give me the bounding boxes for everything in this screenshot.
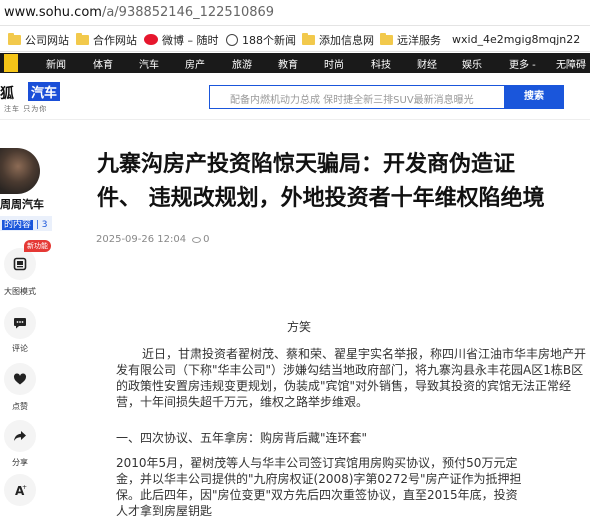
big-image-label: 大图模式 [4, 287, 36, 296]
folder-icon [76, 32, 89, 45]
nav-news[interactable]: 新闻 [46, 56, 66, 71]
search-button[interactable]: 搜索 [504, 85, 564, 109]
nav-accessibility[interactable]: 无障碍 [556, 56, 586, 71]
bookmark-label: 添加信息网 [319, 33, 374, 47]
nav-fashion[interactable]: 时尚 [324, 56, 344, 71]
bookmark-label: 公司网站 [25, 33, 69, 47]
big-image-mode-button[interactable] [4, 248, 36, 280]
bookmark-wxid[interactable]: wxid_4e2mgig8mqjn22 [452, 31, 580, 48]
eye-icon [192, 236, 202, 243]
comment-icon [14, 318, 26, 329]
brand-slogan: 注车 只为你 [4, 105, 48, 113]
globe-icon [226, 33, 238, 46]
bookmark-weibo[interactable]: 微博 – 随时 [144, 31, 219, 48]
weibo-icon [144, 34, 158, 45]
bookmark-ocean-service[interactable]: 远洋服务 [380, 31, 441, 48]
url-text[interactable]: www.sohu.com/a/938852146_122510869 [4, 5, 274, 20]
folder-icon [8, 32, 21, 45]
address-bar[interactable]: www.sohu.com/a/938852146_122510869 [0, 0, 590, 26]
folder-icon [380, 32, 393, 45]
article-paragraph: 2010年5月，翟树茂等人与华丰公司签订宾馆用房购买协议，预付50万元定 金，并… [116, 455, 590, 519]
article-meta: 2025-09-26 12:04 0 [96, 234, 210, 245]
url-host: www.sohu.com [4, 5, 102, 20]
bookmark-label: 远洋服务 [397, 33, 441, 47]
nav-entertainment[interactable]: 娱乐 [462, 56, 482, 71]
paragraph-line: 人才拿到房屋钥匙 [116, 504, 213, 518]
author-content-count[interactable]: 的内容 | 3 [0, 216, 52, 231]
like-label: 点赞 [12, 402, 28, 411]
article-section-heading: 一、四次协议、五年拿房：购房背后藏"连环套" [116, 431, 368, 445]
paragraph-line: 保。此后四年，因"房位变更"双方先后四次重签协议，直至2015年底，投资 [116, 488, 518, 502]
font-size-button[interactable]: A + [4, 474, 36, 506]
nav-education[interactable]: 教育 [278, 56, 298, 71]
nav-auto[interactable]: 汽车 [139, 56, 159, 71]
font-size-icon: A+ [15, 484, 27, 497]
share-icon [14, 431, 26, 441]
top-nav: 新闻 体育 汽车 房产 旅游 教育 时尚 科技 财经 娱乐 更多 - 无障碍 [0, 53, 590, 73]
article-author: 方笑 [287, 320, 312, 334]
bookmark-label: 合作网站 [93, 33, 137, 47]
share-label: 分享 [12, 458, 28, 467]
content-count: 3 [41, 220, 48, 230]
svg-text:+: + [22, 484, 27, 491]
article-paragraph: 近日，甘肃投资者翟树茂、蔡和荣、翟星宇实名举报，称四川省江油市华丰房地产开发有限… [116, 347, 587, 409]
publish-date: 2025-09-26 12:04 [96, 234, 187, 245]
title-line: 件、 违规改规划，外地投资者十年维权陷绝境 [97, 186, 545, 211]
bookmark-label: 微博 – 随时 [162, 33, 219, 47]
nav-tech[interactable]: 科技 [371, 56, 391, 71]
search-input[interactable]: 配备内燃机动力总成 保时捷全新三排SUV最新消息曝光 [209, 85, 505, 109]
nav-sports[interactable]: 体育 [93, 56, 113, 71]
view-count: 0 [203, 234, 210, 245]
comment-button[interactable] [4, 307, 36, 339]
title-line: 九寨沟房产投资陷惊天骗局：开发商伪造证 [97, 152, 516, 177]
bookmarks-bar: 公司网站 合作网站 微博 – 随时 188个新闻 添加信息网 远洋服务 wxid… [0, 27, 590, 52]
folder-icon [302, 32, 315, 45]
author-name[interactable]: 周周汽车 [0, 196, 44, 212]
sohu-logo-text[interactable]: 狐 [0, 83, 14, 103]
big-image-icon [13, 257, 27, 271]
url-path: /a/938852146_122510869 [101, 5, 275, 20]
content-label: 的内容 [2, 220, 34, 230]
nav-realestate[interactable]: 房产 [185, 56, 205, 71]
paragraph-line: 2010年5月，翟树茂等人与华丰公司签订宾馆用房购买协议，预付50万元定 [116, 456, 518, 470]
paragraph-line: 金，并以华丰公司提供的"九府房权证(2008)字第0272号"房产证作为抵押担 [116, 472, 522, 486]
author-avatar[interactable] [0, 148, 40, 194]
bookmark-company-sites[interactable]: 公司网站 [8, 31, 69, 48]
bookmark-partner-sites[interactable]: 合作网站 [76, 31, 137, 48]
nav-finance[interactable]: 财经 [417, 56, 437, 71]
nav-more[interactable]: 更多 - [509, 56, 536, 71]
bookmark-label: 188个新闻 [242, 33, 296, 47]
article-title: 九寨沟房产投资陷惊天骗局：开发商伪造证 件、 违规改规划，外地投资者十年维权陷绝… [97, 148, 590, 216]
auto-channel-logo[interactable]: 汽车 [28, 82, 61, 101]
share-button[interactable] [4, 420, 36, 452]
sohu-mini-logo[interactable] [4, 54, 18, 72]
bookmark-label: wxid_4e2mgig8mqjn22 [452, 33, 581, 46]
like-button[interactable] [4, 363, 36, 395]
comment-label: 评论 [12, 344, 28, 353]
bookmark-188-news[interactable]: 188个新闻 [226, 31, 296, 48]
nav-travel[interactable]: 旅游 [232, 56, 252, 71]
new-feature-badge: 新功能 [24, 240, 51, 252]
heart-icon [13, 373, 27, 385]
bookmark-add-info[interactable]: 添加信息网 [302, 31, 374, 48]
